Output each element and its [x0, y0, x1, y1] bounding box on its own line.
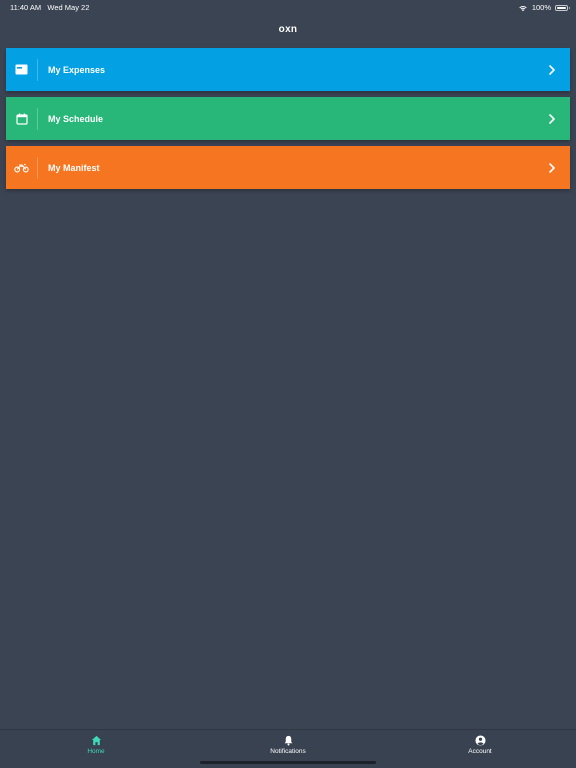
- main-menu: My Expenses My Schedule My Manifest: [6, 48, 570, 195]
- status-time-date: 11:40 AM Wed May 22: [10, 3, 89, 12]
- menu-item-label: My Expenses: [48, 64, 106, 75]
- tab-bar: Home Notifications Account: [0, 729, 576, 768]
- tab-home[interactable]: Home: [0, 730, 192, 768]
- menu-item-my-schedule[interactable]: My Schedule: [6, 97, 570, 140]
- status-right: 100%: [518, 3, 570, 12]
- menu-item-label: My Schedule: [48, 113, 104, 124]
- battery-percent: 100%: [531, 3, 551, 12]
- calendar-icon: [15, 113, 28, 125]
- tab-label: Home: [87, 748, 105, 755]
- chevron-right-icon: [549, 113, 555, 124]
- menu-item-my-expenses[interactable]: My Expenses: [6, 48, 570, 91]
- menu-item-label: My Manifest: [48, 162, 100, 173]
- tab-account[interactable]: Account: [384, 730, 576, 768]
- user-circle-icon: [474, 735, 486, 746]
- chevron-right-icon: [549, 162, 555, 173]
- bell-icon: [284, 735, 292, 746]
- tab-label: Notifications: [270, 748, 306, 755]
- status-time: 11:40 AM: [10, 3, 42, 12]
- home-indicator: [200, 761, 376, 764]
- page-title: oxn: [278, 24, 298, 35]
- card-icon: [15, 64, 28, 75]
- wifi-icon: [519, 5, 527, 11]
- tab-label: Account: [468, 748, 492, 755]
- chevron-right-icon: [549, 64, 555, 75]
- home-icon: [91, 735, 101, 746]
- battery-icon: [555, 4, 570, 11]
- status-bar: 11:40 AM Wed May 22 100%: [0, 0, 576, 14]
- motorbike-icon: [14, 163, 29, 172]
- menu-item-my-manifest[interactable]: My Manifest: [6, 146, 570, 189]
- status-date: Wed May 22: [47, 3, 90, 12]
